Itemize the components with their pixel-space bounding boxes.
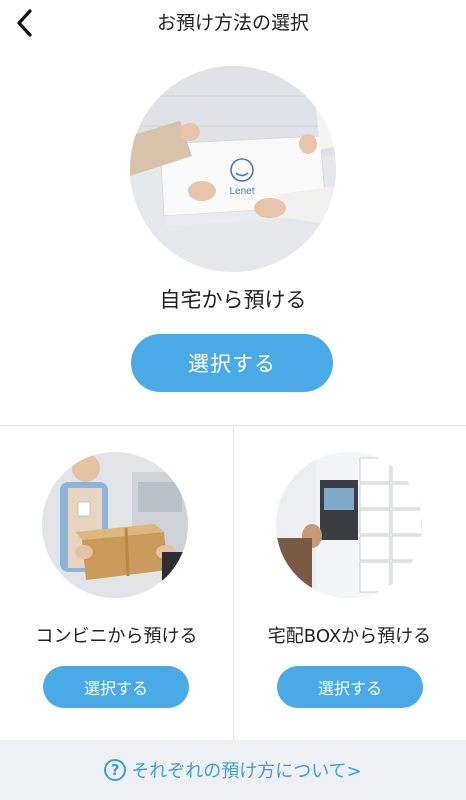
- select-home-button[interactable]: 選択する: [131, 334, 333, 392]
- home-delivery-image: Lenet: [130, 66, 336, 272]
- delivery-box-image: [276, 452, 422, 598]
- convenience-option-label: コンビニから預ける: [35, 626, 198, 647]
- delivery-box-option-label: 宅配BOXから預ける: [267, 626, 432, 647]
- footer: ? それぞれの預け方について>: [0, 740, 466, 800]
- home-option-label: 自宅から預ける: [159, 288, 307, 312]
- help-circle-icon: ?: [104, 759, 127, 781]
- select-delivery-box-button[interactable]: 選択する: [277, 666, 423, 708]
- header: お預け方法の選択: [0, 0, 466, 46]
- column-divider: [233, 426, 234, 740]
- box-logo-text: Lenet: [229, 186, 254, 197]
- page-title: お預け方法の選択: [156, 12, 309, 34]
- select-convenience-button[interactable]: 選択する: [43, 666, 189, 708]
- convenience-store-image: [42, 452, 188, 598]
- about-methods-label: それぞれの預け方について>: [131, 761, 362, 782]
- about-methods-link[interactable]: ? それぞれの預け方について>: [104, 757, 362, 783]
